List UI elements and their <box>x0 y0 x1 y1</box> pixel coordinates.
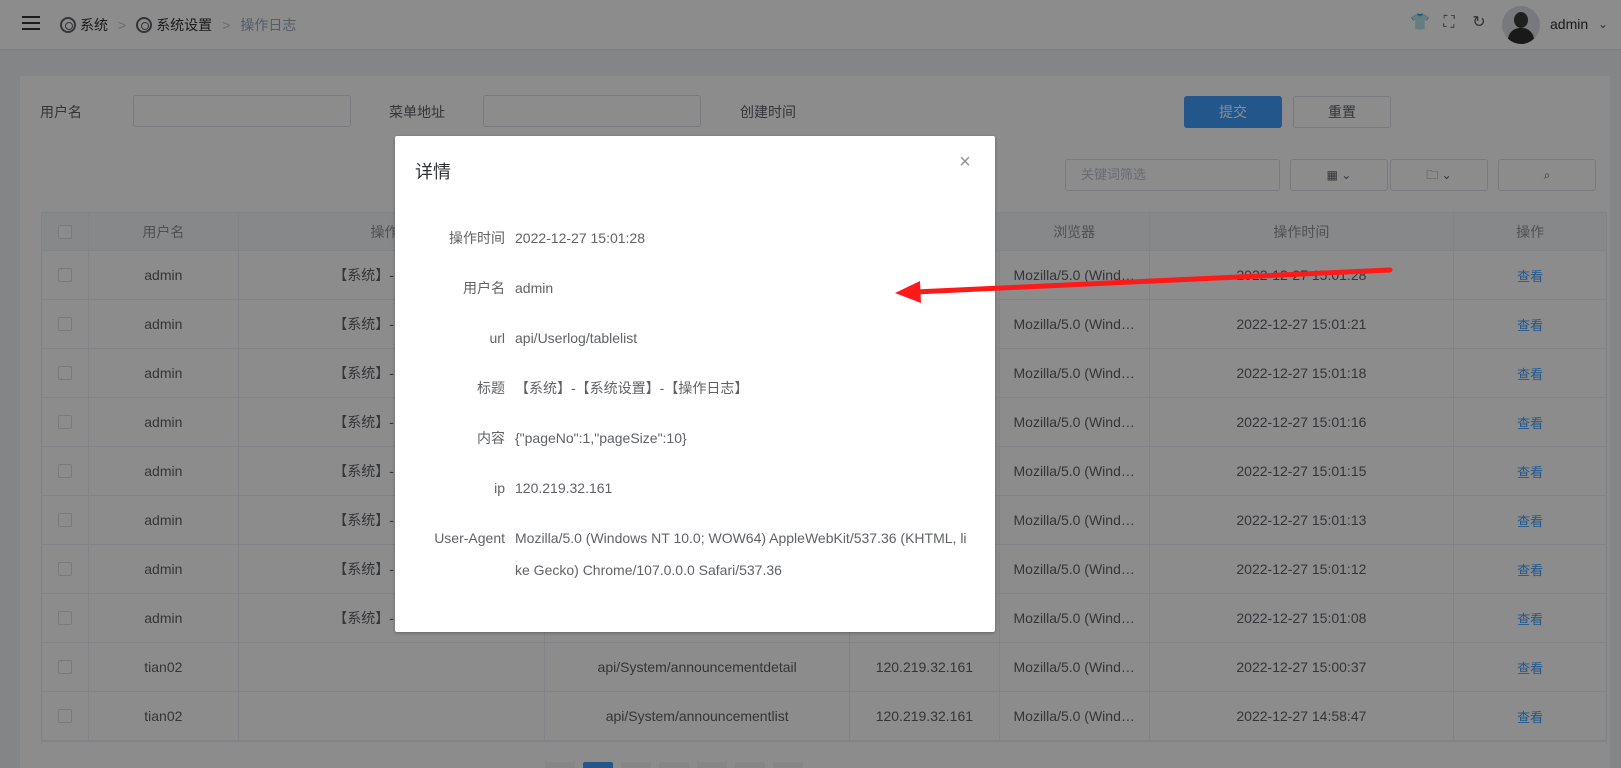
annotation-arrow <box>895 267 1393 303</box>
